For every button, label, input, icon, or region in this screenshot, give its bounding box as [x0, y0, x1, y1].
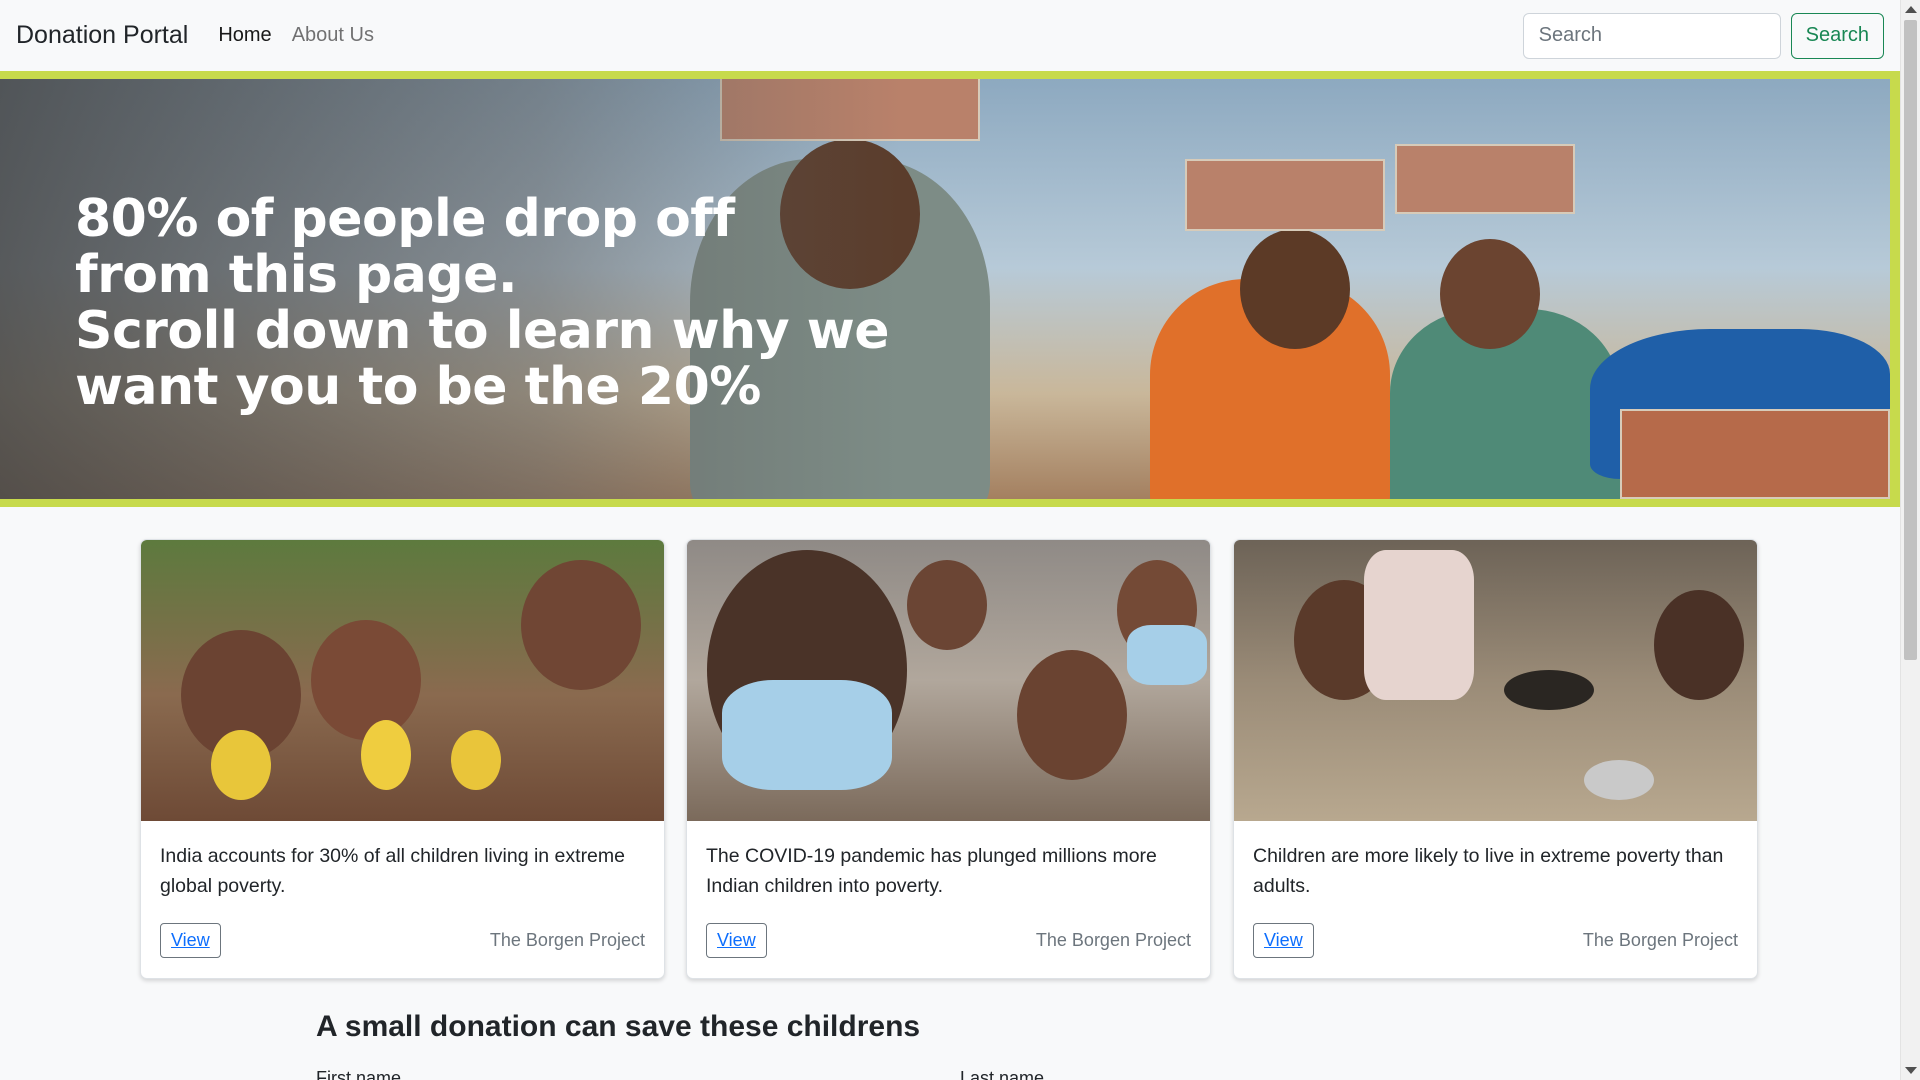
card-text: The COVID-19 pandemic has plunged millio… — [706, 845, 1157, 897]
view-button[interactable]: View — [706, 923, 767, 958]
card2-face-2 — [907, 560, 987, 650]
brand-logo[interactable]: Donation Portal — [16, 21, 188, 50]
navbar: Donation Portal Home About Us Search — [0, 0, 1900, 71]
card3-child-2 — [1654, 590, 1744, 700]
donation-section-title: A small donation can save these children… — [316, 1010, 921, 1043]
search-form: Search — [1522, 12, 1884, 59]
card1-face-3 — [521, 560, 641, 690]
card3-sack — [1364, 550, 1474, 700]
card-text: Children are more likely to live in extr… — [1253, 845, 1724, 897]
first-name-label: First name — [316, 1068, 402, 1080]
card-image-children-masks — [687, 540, 1210, 821]
hero-brick-stack — [1620, 409, 1890, 499]
view-button[interactable]: View — [1253, 923, 1314, 958]
card3-plate — [1584, 760, 1654, 800]
card-footer: View The Borgen Project — [160, 923, 645, 958]
hero-title: 80% of people drop off from this page. S… — [75, 189, 890, 417]
card-body: India accounts for 30% of all children l… — [141, 821, 664, 978]
view-button[interactable]: View — [160, 923, 221, 958]
search-button[interactable]: Search — [1790, 12, 1884, 59]
card-image-children-bananas — [141, 540, 664, 821]
nav-link-about-us[interactable]: About Us — [292, 24, 374, 47]
hero-image: 80% of people drop off from this page. S… — [0, 79, 1890, 499]
card-image-children-cooking — [1234, 540, 1757, 821]
card1-banana-2 — [361, 720, 411, 790]
card1-face-2 — [311, 620, 421, 740]
scroll-up-icon[interactable] — [1905, 6, 1917, 13]
card-footer: View The Borgen Project — [706, 923, 1191, 958]
card-body: The COVID-19 pandemic has plunged millio… — [687, 821, 1210, 978]
hero-brick-2 — [1395, 144, 1575, 214]
hero-line-3: Scroll down to learn why we — [75, 301, 890, 361]
card2-mask-1 — [722, 680, 892, 790]
page-scrollbar[interactable] — [1900, 0, 1920, 1080]
card3-pan — [1504, 670, 1594, 710]
hero-child-boy-head — [1240, 229, 1350, 349]
card2-mask-2 — [1127, 625, 1207, 685]
card1-banana-3 — [451, 730, 501, 790]
card-body: Children are more likely to live in extr… — [1234, 821, 1757, 978]
scroll-down-icon[interactable] — [1905, 1067, 1917, 1074]
last-name-label: Last name — [960, 1068, 1045, 1080]
hero-child-boy2-head — [1440, 239, 1540, 349]
nav-link-home[interactable]: Home — [218, 24, 271, 47]
hero-banner: 80% of people drop off from this page. S… — [0, 71, 1900, 507]
card-source: The Borgen Project — [489, 930, 645, 950]
card-footer: View The Borgen Project — [1253, 923, 1738, 958]
hero-line-2: from this page. — [75, 245, 518, 305]
card-text: India accounts for 30% of all children l… — [160, 845, 625, 897]
card-source: The Borgen Project — [1035, 930, 1191, 950]
scroll-thumb[interactable] — [1904, 20, 1917, 660]
info-card-1: India accounts for 30% of all children l… — [140, 539, 665, 979]
search-input[interactable] — [1522, 12, 1781, 59]
hero-line-1: 80% of people drop off — [75, 189, 735, 249]
card1-banana-1 — [211, 730, 271, 800]
hero-brick-1 — [1185, 159, 1385, 231]
hero-line-4: want you to be the 20% — [75, 357, 761, 417]
info-card-3: Children are more likely to live in extr… — [1233, 539, 1758, 979]
info-card-2: The COVID-19 pandemic has plunged millio… — [686, 539, 1211, 979]
card2-face-3 — [1017, 650, 1127, 780]
card-source: The Borgen Project — [1582, 930, 1738, 950]
